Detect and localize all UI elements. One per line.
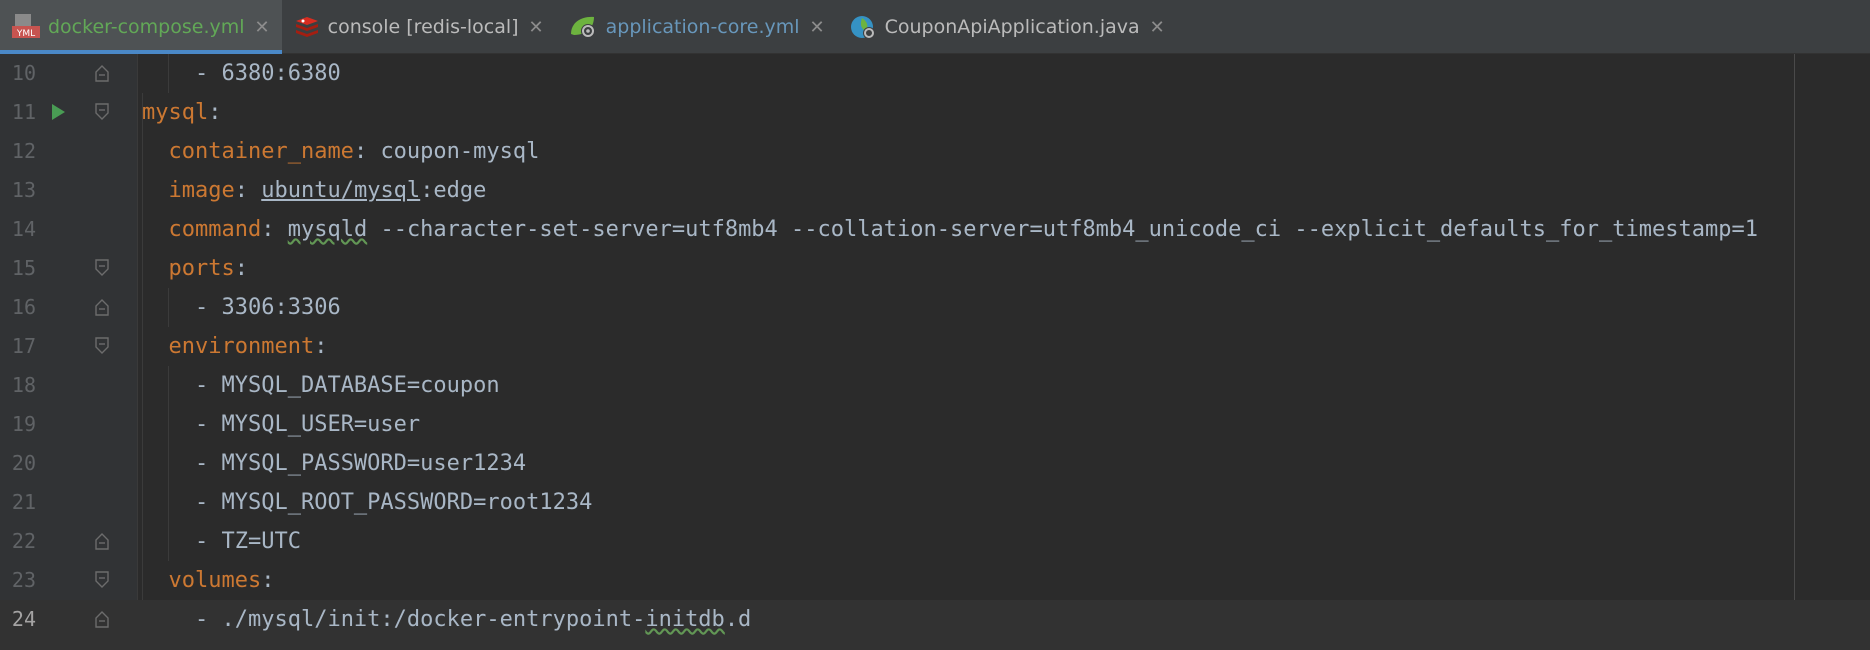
fold-start-icon[interactable] [95,259,109,277]
close-icon[interactable]: ✕ [810,17,825,38]
line-number: 24 [11,607,36,631]
close-icon[interactable]: ✕ [1150,17,1165,38]
code-line[interactable]: 19 - MYSQL_USER=user [0,405,1870,444]
close-icon[interactable]: ✕ [255,17,270,38]
code-text: - MYSQL_DATABASE=coupon [194,373,500,398]
line-number: 18 [11,373,36,397]
close-icon[interactable]: ✕ [529,17,544,38]
fold-start-icon[interactable] [95,571,109,589]
code-line[interactable]: 16 - 3306:3306 [0,288,1870,327]
fold-end-icon[interactable] [95,64,109,82]
line-number: 10 [11,61,36,85]
code-line[interactable]: 18 - MYSQL_DATABASE=coupon [0,366,1870,405]
fold-end-icon[interactable] [95,298,109,316]
tab-label: console [redis-local] [327,16,519,38]
yml-file-icon: YML [12,14,40,40]
code-line[interactable]: 14 command: mysqld --character-set-serve… [0,210,1870,249]
line-number: 13 [11,178,36,202]
line-number: 17 [11,334,36,358]
line-number: 19 [11,412,36,436]
tab-coupon-api-application[interactable]: CouponApiApplication.java ✕ [837,0,1177,54]
redis-icon [294,15,320,39]
line-number: 22 [11,529,36,553]
svg-text:YML: YML [16,29,35,39]
line-number: 12 [11,139,36,163]
code-line[interactable]: 22 - TZ=UTC [0,522,1870,561]
tab-label: application-core.yml [605,16,800,38]
code-line[interactable]: 21 - MYSQL_ROOT_PASSWORD=root1234 [0,483,1870,522]
tab-label: docker-compose.yml [48,16,245,38]
tab-application-core[interactable]: application-core.yml ✕ [556,0,837,54]
tab-docker-compose[interactable]: YML docker-compose.yml ✕ [0,0,282,54]
tab-label: CouponApiApplication.java [884,16,1140,38]
code-text: - ./mysql/init:/docker-entrypoint-initdb… [194,607,752,632]
code-line[interactable]: 11 mysql: [0,93,1870,132]
line-number: 23 [11,568,36,592]
code-text: mysql: [142,100,222,125]
code-text: - MYSQL_ROOT_PASSWORD=root1234 [194,490,593,515]
code-text: command: mysqld --character-set-server=u… [168,217,1758,242]
line-number: 11 [11,100,36,124]
code-line[interactable]: 17 environment: [0,327,1870,366]
code-editor[interactable]: 10 - 6380:6380 11 mysql: 12 container_na… [0,54,1870,650]
code-line[interactable]: 10 - 6380:6380 [0,54,1870,93]
code-line[interactable]: 13 image: ubuntu/mysql:edge [0,171,1870,210]
image-link: ubuntu/mysql [261,178,421,203]
line-number: 21 [11,490,36,514]
code-text: - 3306:3306 [194,295,341,320]
fold-end-icon[interactable] [95,610,109,628]
code-text: volumes: [168,568,275,593]
code-text: image: ubuntu/mysql:edge [168,178,487,203]
line-number: 14 [11,217,36,241]
code-line[interactable]: 15 ports: [0,249,1870,288]
code-text: container_name: coupon-mysql [168,139,540,164]
code-text: - TZ=UTC [194,529,301,554]
fold-end-icon[interactable] [95,532,109,550]
line-number: 20 [11,451,36,475]
run-icon[interactable] [52,104,65,120]
spring-config-icon [568,14,598,40]
fold-start-icon[interactable] [95,337,109,355]
line-number: 16 [11,295,36,319]
editor-tab-bar: YML docker-compose.yml ✕ console [redis-… [0,0,1870,54]
code-line[interactable]: 23 volumes: [0,561,1870,600]
fold-start-icon[interactable] [95,103,109,121]
line-number: 15 [11,256,36,280]
code-text: - MYSQL_PASSWORD=user1234 [194,451,527,476]
code-text: - MYSQL_USER=user [194,412,421,437]
tab-console-redis[interactable]: console [redis-local] ✕ [282,0,556,54]
code-text: ports: [168,256,248,281]
code-line[interactable]: 12 container_name: coupon-mysql [0,132,1870,171]
code-line[interactable]: 20 - MYSQL_PASSWORD=user1234 [0,444,1870,483]
spring-app-icon [849,13,877,41]
code-line-current[interactable]: 24 - ./mysql/init:/docker-entrypoint-ini… [0,600,1870,650]
code-text: environment: [168,334,328,359]
code-text: - 6380:6380 [194,61,341,86]
